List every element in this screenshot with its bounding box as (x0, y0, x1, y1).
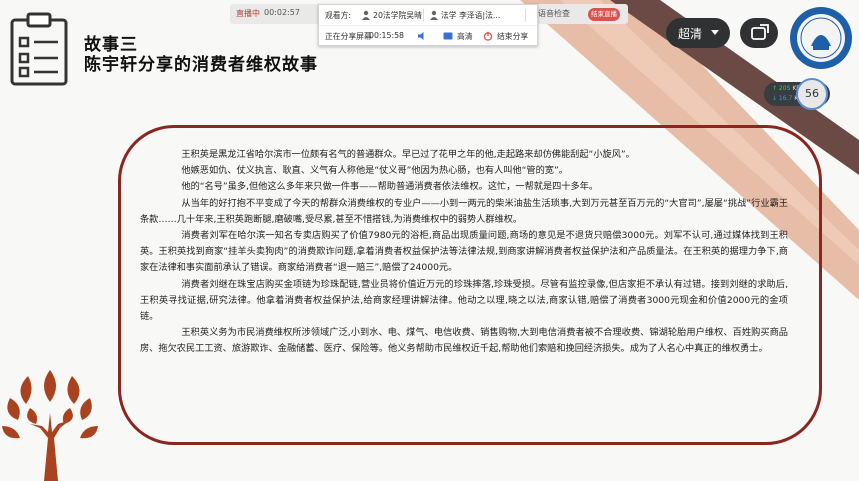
story-paragraph: 从当年的好打抱不平变成了今天的帮群众消费维权的专业户——小到一两元的柴米油盐生活… (140, 197, 788, 225)
popout-button[interactable] (740, 18, 778, 48)
clipboard-icon (10, 12, 68, 86)
university-seal-icon (790, 7, 852, 69)
story-paragraph: 王积英义务为市民消费维权所涉领域广泛,小到水、电、煤气、电信收费、销售购物,大到… (140, 327, 788, 355)
end-live-button[interactable]: 结束直播 (588, 8, 620, 21)
tree-icon (2, 370, 98, 481)
chevron-down-icon (711, 30, 719, 35)
cpu-usage-badge: 56 (796, 78, 828, 110)
screen-share-toolbar: 观看方: 20法学院吴晴 法学 李泽语|法... 正在分享屏幕 00:15:58… (318, 4, 538, 46)
story-paragraph: 他的“名号”虽多,但他这么多年来只做一件事——帮助普通消费者依法维权。这忙，一帮… (181, 181, 599, 193)
stop-share-button[interactable]: 结束分享 (497, 31, 528, 42)
share-toolbar-top: 观看方: 20法学院吴晴 法学 李泽语|法... (319, 5, 537, 26)
live-label: 直播中 (236, 9, 260, 18)
video-quality-button[interactable]: 超清 (666, 18, 730, 48)
viewers-label: 观看方: (325, 11, 352, 20)
power-icon[interactable] (483, 31, 493, 41)
story-paragraph: 消费者刘军在哈尔滨一知名专卖店购买了价值7980元的浴柜,商品出现质量问题,商场… (140, 230, 788, 274)
hd-label[interactable]: 高清 (457, 31, 473, 42)
user-icon (362, 10, 370, 20)
story-paragraph: 王积英是黑龙江省哈尔滨市一位颇有名气的普通群众。早已过了花甲之年的他,走起路来却… (181, 149, 635, 160)
speaker-icon[interactable] (417, 31, 427, 41)
popout-icon (751, 24, 769, 40)
hd-icon (443, 32, 453, 40)
presentation-slide: 故事三 陈宇轩分享的消费者维权故事 王积英是黑龙江省哈尔滨市一位颇有名气的普通群… (0, 0, 859, 481)
live-timer: 00:02:57 (264, 8, 300, 17)
share-status: 正在分享屏幕 (325, 32, 372, 41)
quality-label: 超清 (678, 27, 703, 41)
story-paragraph: 消费者刘继在珠宝店购买金项链为珍珠配链,营业员将价值近万元的珍珠摔落,珍珠受损。… (140, 278, 788, 323)
voice-check-button[interactable]: 语音检查 (538, 8, 570, 19)
presenter-name[interactable]: 法学 李泽语|法... (441, 10, 500, 21)
user-icon (430, 10, 438, 20)
story-paragraph: 他嫉恶如仇、仗义执言、耿直、义气有人称他是“仗义哥”他因为热心肠，也有人叫他“管… (181, 165, 568, 177)
viewer-name[interactable]: 20法学院吴晴 (373, 10, 422, 21)
share-timer: 00:15:58 (369, 31, 405, 40)
share-toolbar-bottom: 正在分享屏幕 00:15:58 高清 结束分享 (319, 26, 537, 47)
slide-title-line2: 陈宇轩分享的消费者维权故事 (84, 55, 318, 75)
story-text: 王积英是黑龙江省哈尔滨市一位颇有名气的普通群众。早已过了花甲之年的他,走起路来却… (140, 147, 788, 358)
